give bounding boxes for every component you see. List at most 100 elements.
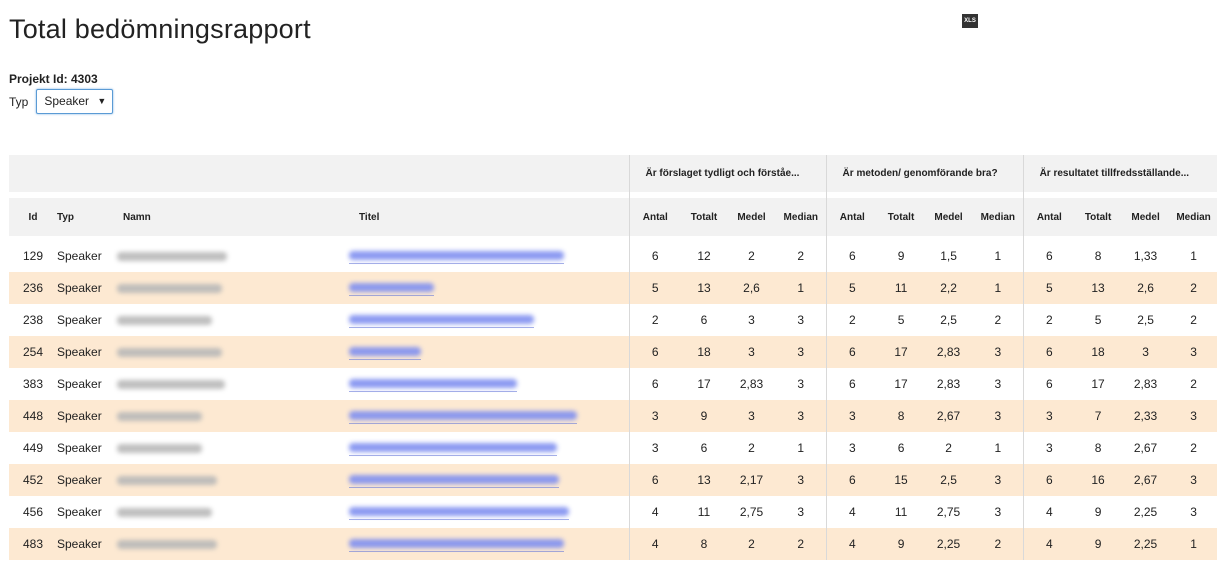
- row-title-link[interactable]: [345, 304, 629, 336]
- row-name-redacted: [113, 496, 345, 528]
- redacted-name: [117, 444, 202, 454]
- redacted-title-link[interactable]: [349, 408, 577, 424]
- row-g3-medel: 2,25: [1133, 505, 1158, 519]
- type-select-value: Speaker: [44, 94, 90, 108]
- row-g3-totalt: 16: [1091, 473, 1105, 487]
- row-g3-medel: 3: [1142, 345, 1149, 359]
- row-g1-median: 3: [797, 345, 805, 359]
- row-g3-antal: 2: [1022, 304, 1076, 336]
- column-header-antal[interactable]: Antal: [825, 198, 879, 236]
- row-g3-medel: 2,67: [1133, 473, 1158, 487]
- column-header-medel[interactable]: Medel: [1121, 198, 1170, 236]
- row-g3-totalt: 8: [1094, 441, 1102, 455]
- row-g1-medel: 3: [748, 313, 755, 327]
- row-typ: Speaker: [57, 505, 102, 519]
- column-header-titel[interactable]: Titel: [345, 198, 629, 236]
- row-g1-medel: 2,75: [739, 505, 764, 519]
- column-header-totalt[interactable]: Totalt: [681, 198, 727, 236]
- row-name-redacted: [113, 304, 345, 336]
- row-g1-antal: 6: [628, 336, 681, 368]
- redacted-title-link[interactable]: [349, 248, 564, 264]
- column-header-id[interactable]: Id: [9, 198, 57, 236]
- type-select[interactable]: Speaker ▼: [36, 89, 114, 114]
- group-header-1: Är förslaget tydligt och förståe...: [628, 155, 827, 192]
- row-g3-antal: 6: [1022, 368, 1076, 400]
- row-g2-antal: 3: [825, 432, 879, 464]
- column-header-medel[interactable]: Medel: [727, 198, 776, 236]
- row-g1-totalt: 8: [700, 537, 708, 551]
- row-g2-median: 3: [994, 473, 1002, 487]
- row-g3-totalt: 7: [1094, 409, 1102, 423]
- column-header-medel[interactable]: Medel: [924, 198, 973, 236]
- row-typ: Speaker: [57, 473, 102, 487]
- row-title-link[interactable]: [345, 432, 629, 464]
- row-g1-median: 1: [797, 281, 805, 295]
- row-g2-totalt: 9: [897, 249, 905, 263]
- row-title-link[interactable]: [345, 240, 629, 272]
- column-header-median[interactable]: Median: [776, 198, 826, 236]
- row-title-link[interactable]: [345, 464, 629, 496]
- report-body: 129 Speaker 6 12 2 2 6 9 1,5 1 6 8 1,33 1 236 Speaker 5 1…: [9, 240, 1217, 560]
- row-g2-median: 3: [994, 345, 1002, 359]
- row-g1-totalt: 13: [697, 281, 711, 295]
- row-g2-antal: 3: [825, 400, 879, 432]
- row-g2-median: 3: [994, 377, 1002, 391]
- redacted-title-link[interactable]: [349, 344, 421, 360]
- row-g2-median: 1: [994, 441, 1002, 455]
- row-g1-medel: 2,6: [743, 281, 760, 295]
- row-g2-median: 2: [994, 537, 1002, 551]
- row-g1-totalt: 12: [697, 249, 711, 263]
- row-g3-medel: 1,33: [1133, 249, 1158, 263]
- row-typ: Speaker: [57, 249, 102, 263]
- report-table: Är förslaget tydligt och förståe... Är m…: [9, 155, 1217, 560]
- row-g1-medel: 3: [748, 409, 755, 423]
- row-g3-medel: 2,6: [1137, 281, 1154, 295]
- row-g3-totalt: 8: [1094, 249, 1102, 263]
- row-name-redacted: [113, 432, 345, 464]
- row-g1-antal: 5: [628, 272, 681, 304]
- row-id: 238: [22, 313, 44, 327]
- row-g1-totalt: 6: [700, 441, 708, 455]
- redacted-title-link[interactable]: [349, 536, 564, 552]
- row-typ: Speaker: [57, 377, 102, 391]
- column-header-median[interactable]: Median: [1170, 198, 1217, 236]
- column-header-antal[interactable]: Antal: [1022, 198, 1076, 236]
- row-g1-antal: 3: [628, 432, 681, 464]
- row-title-link[interactable]: [345, 400, 629, 432]
- redacted-title-link[interactable]: [349, 440, 557, 456]
- row-g3-totalt: 13: [1091, 281, 1105, 295]
- row-g3-medel: 2,5: [1137, 313, 1154, 327]
- column-header-totalt[interactable]: Totalt: [878, 198, 924, 236]
- redacted-title-link[interactable]: [349, 312, 534, 328]
- row-title-link[interactable]: [345, 496, 629, 528]
- redacted-title-link[interactable]: [349, 376, 517, 392]
- row-g2-medel: 2,83: [936, 377, 961, 391]
- row-title-link[interactable]: [345, 368, 629, 400]
- row-g2-antal: 4: [825, 528, 879, 560]
- row-g2-medel: 2,2: [940, 281, 957, 295]
- column-header-median[interactable]: Median: [973, 198, 1023, 236]
- column-header-typ[interactable]: Typ: [57, 198, 113, 236]
- row-g2-medel: 2,5: [940, 473, 957, 487]
- redacted-name: [117, 380, 225, 390]
- row-g1-totalt: 6: [700, 313, 708, 327]
- column-header-totalt[interactable]: Totalt: [1075, 198, 1121, 236]
- row-g3-median: 2: [1190, 313, 1197, 327]
- row-title-link[interactable]: [345, 528, 629, 560]
- redacted-title-link[interactable]: [349, 504, 569, 520]
- row-g1-antal: 2: [628, 304, 681, 336]
- row-g1-antal: 4: [628, 528, 681, 560]
- row-id: 448: [22, 409, 44, 423]
- row-title-link[interactable]: [345, 336, 629, 368]
- row-g2-median: 1: [994, 281, 1002, 295]
- row-g2-totalt: 6: [897, 441, 905, 455]
- redacted-title-link[interactable]: [349, 472, 559, 488]
- row-g3-median: 2: [1190, 281, 1197, 295]
- redacted-title-link[interactable]: [349, 280, 434, 296]
- row-title-link[interactable]: [345, 272, 629, 304]
- redacted-name: [117, 540, 217, 550]
- column-header-antal[interactable]: Antal: [628, 198, 681, 236]
- xls-export-icon[interactable]: XLS: [962, 14, 978, 28]
- table-row: 456 Speaker 4 11 2,75 3 4 11 2,75 3 4 9 2,25 3: [9, 496, 1217, 528]
- column-header-namn[interactable]: Namn: [113, 198, 345, 236]
